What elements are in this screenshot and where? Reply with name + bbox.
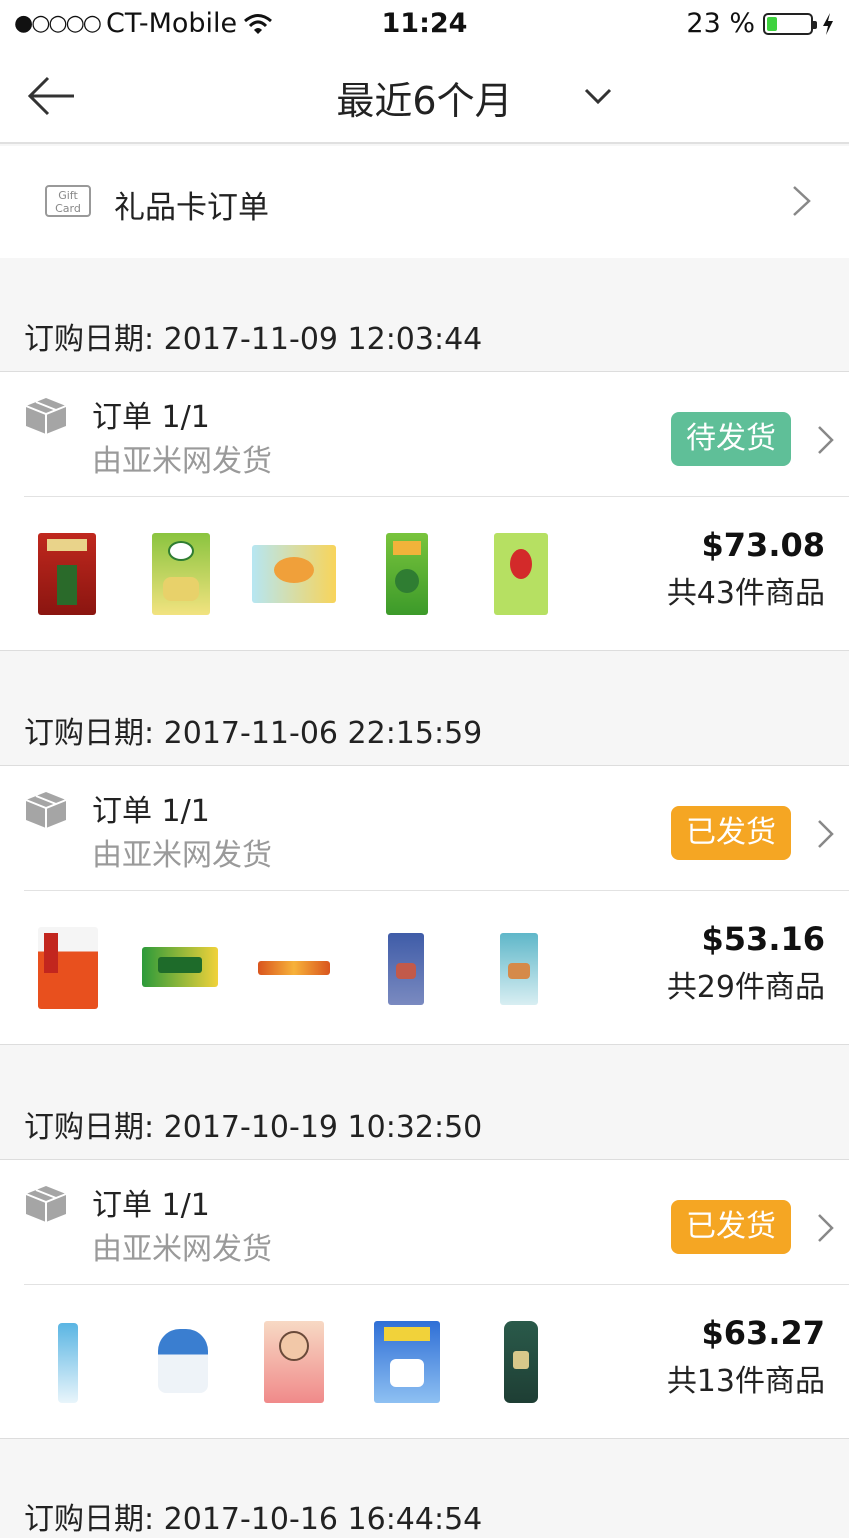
order-card[interactable]: 订单 1/1 由亚米网发货 已发货 $63.27 共13件商品 — [0, 1159, 849, 1439]
product-image — [258, 961, 330, 975]
product-image — [374, 1321, 440, 1403]
product-image — [158, 1329, 208, 1393]
product-image — [58, 1323, 78, 1403]
battery-fill — [767, 16, 777, 31]
product-image — [38, 533, 96, 615]
chevron-right-icon — [818, 820, 834, 848]
item-count: 共13件商品 — [666, 1364, 825, 1399]
order-price: $63.27 — [701, 1314, 825, 1352]
item-count: 共43件商品 — [666, 576, 825, 611]
package-icon — [25, 1186, 67, 1222]
order-price: $73.08 — [701, 526, 825, 564]
battery-icon — [763, 12, 817, 35]
shipper-label: 由亚米网发货 — [92, 838, 272, 873]
order-number: 订单 1/1 — [92, 400, 210, 435]
gift-card-label: 礼品卡订单 — [114, 190, 269, 226]
chevron-right-icon — [818, 1214, 834, 1242]
product-thumbnails — [0, 1285, 640, 1440]
order-date: 订购日期: 2017-11-09 12:03:44 — [24, 322, 483, 357]
order-number: 订单 1/1 — [92, 794, 210, 829]
battery-percent: 23 % — [686, 8, 755, 39]
page-title[interactable]: 最近6个月 — [0, 70, 849, 125]
order-date: 订购日期: 2017-10-16 16:44:54 — [24, 1502, 483, 1537]
order-date: 订购日期: 2017-11-06 22:15:59 — [24, 716, 483, 751]
product-image — [152, 533, 210, 615]
item-count: 共29件商品 — [666, 970, 825, 1005]
order-date: 订购日期: 2017-10-19 10:32:50 — [24, 1110, 483, 1145]
product-image — [494, 533, 548, 615]
product-image — [142, 947, 218, 987]
package-icon — [25, 792, 67, 828]
status-badge: 已发货 — [671, 806, 791, 860]
chevron-down-icon[interactable] — [582, 82, 614, 110]
status-right: 23 % — [686, 8, 835, 39]
product-image — [252, 545, 336, 603]
status-badge: 待发货 — [671, 412, 791, 466]
product-image — [386, 533, 428, 615]
product-thumbnails — [0, 891, 640, 1046]
status-badge: 已发货 — [671, 1200, 791, 1254]
product-image — [264, 1321, 324, 1403]
order-card[interactable]: 订单 1/1 由亚米网发货 已发货 $53.16 共29件商品 — [0, 765, 849, 1045]
order-price: $53.16 — [701, 920, 825, 958]
product-image — [38, 927, 98, 1009]
shipper-label: 由亚米网发货 — [92, 1232, 272, 1267]
gift-card-orders-row[interactable]: Gift Card 礼品卡订单 — [0, 146, 849, 258]
gift-card-icon: Gift Card — [45, 185, 91, 217]
charging-bolt-icon — [823, 12, 833, 35]
product-image — [504, 1321, 538, 1403]
shipper-label: 由亚米网发货 — [92, 444, 272, 479]
product-thumbnails — [0, 497, 640, 652]
product-image — [500, 933, 538, 1005]
status-bar: ●○○○○ CT-Mobile 11:24 23 % — [0, 0, 849, 48]
nav-bar: 最近6个月 — [0, 48, 849, 144]
product-image — [388, 933, 424, 1005]
package-icon — [25, 398, 67, 434]
chevron-right-icon — [818, 426, 834, 454]
order-number: 订单 1/1 — [92, 1188, 210, 1223]
order-card[interactable]: 订单 1/1 由亚米网发货 待发货 $73.08 共43件商品 — [0, 371, 849, 651]
chevron-right-icon — [793, 186, 811, 216]
